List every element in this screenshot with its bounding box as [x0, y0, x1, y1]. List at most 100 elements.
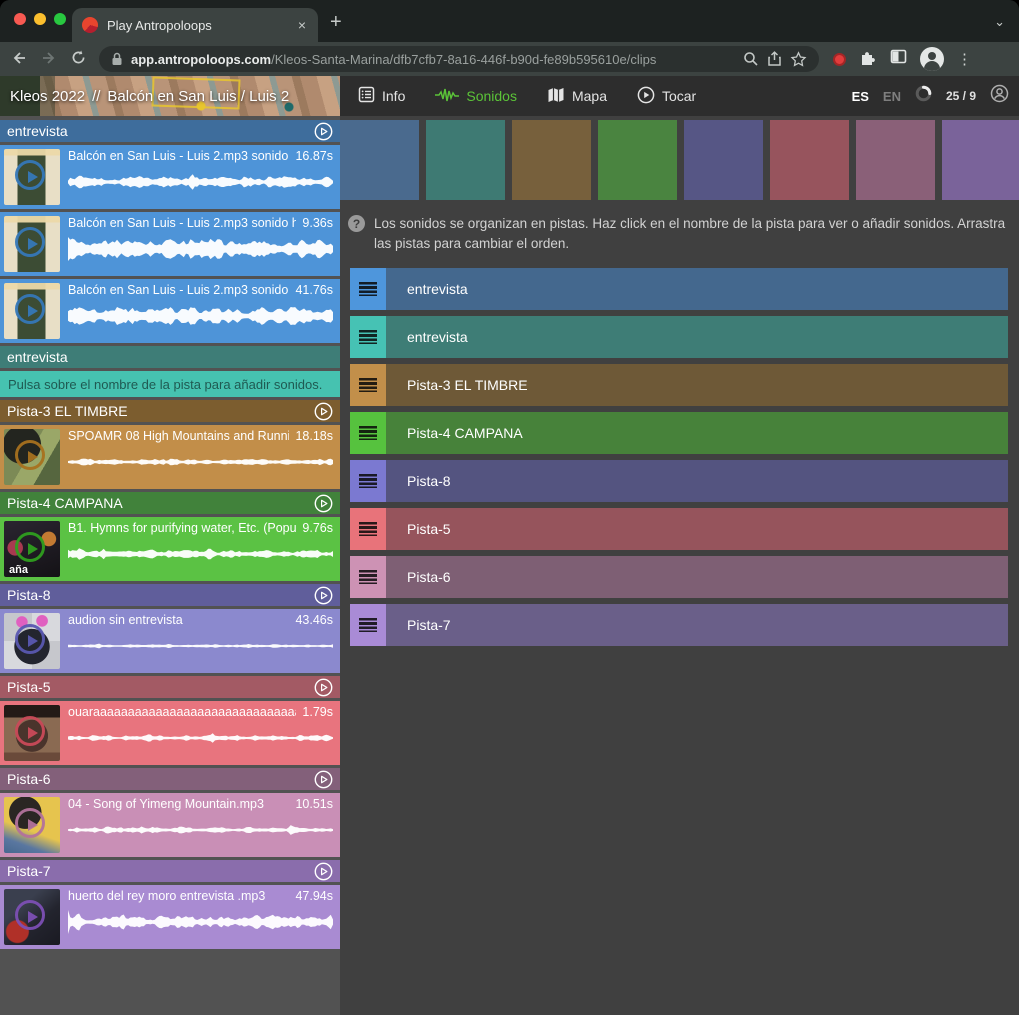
- track-header[interactable]: Pista-3 EL TIMBRE: [0, 400, 340, 422]
- track-bar[interactable]: Pista-4 CAMPANA: [350, 412, 1008, 454]
- menu-item-label: Info: [382, 88, 405, 104]
- track-bar[interactable]: Pista-3 EL TIMBRE: [350, 364, 1008, 406]
- new-tab-button[interactable]: +: [330, 12, 342, 32]
- browser-toolbar: app.antropoloops.com/Kleos-Santa-Marina/…: [0, 42, 1019, 76]
- reload-button[interactable]: [70, 49, 87, 69]
- audio-clip[interactable]: ouaraaaaaaaaaaaaaaaaaaaaaaaaaaaaaaaaaaaa…: [0, 701, 340, 765]
- track-play-button[interactable]: [314, 122, 333, 141]
- track-drag-handle[interactable]: [350, 508, 386, 550]
- track-bar-label: Pista-6: [407, 569, 451, 585]
- track-drag-handle[interactable]: [350, 268, 386, 310]
- url-text[interactable]: app.antropoloops.com/Kleos-Santa-Marina/…: [131, 52, 735, 67]
- track-bar-body[interactable]: Pista-6: [386, 556, 1008, 598]
- account-icon[interactable]: [990, 84, 1009, 108]
- menu-item-tocar[interactable]: Tocar: [637, 86, 696, 107]
- track-play-button[interactable]: [314, 862, 333, 881]
- close-window-button[interactable]: [14, 13, 26, 25]
- track-header[interactable]: Pista-8: [0, 584, 340, 606]
- track-name: entrevista: [7, 349, 68, 365]
- track-bar[interactable]: entrevista: [350, 316, 1008, 358]
- share-icon[interactable]: [767, 51, 782, 67]
- back-button[interactable]: [10, 49, 28, 70]
- clip-thumbnail[interactable]: [4, 889, 60, 945]
- track-bar-body[interactable]: Pista-4 CAMPANA: [386, 412, 1008, 454]
- side-panel-icon[interactable]: [890, 48, 907, 70]
- track-drag-handle[interactable]: [350, 604, 386, 646]
- clip-thumbnail[interactable]: aña: [4, 521, 60, 577]
- tab-close-icon[interactable]: ×: [296, 17, 308, 33]
- menu-item-sonidos[interactable]: Sonidos: [435, 87, 517, 106]
- clip-waveform: [68, 236, 333, 262]
- clip-play-triangle-icon: [28, 305, 38, 317]
- extensions-puzzle-icon[interactable]: [859, 48, 877, 71]
- browser-tab[interactable]: Play Antropoloops ×: [72, 8, 318, 42]
- clip-title: Balcón en San Luis - Luis 2.mp3 sonido h…: [68, 283, 289, 297]
- profile-avatar[interactable]: [920, 47, 944, 71]
- track-play-button[interactable]: [314, 402, 333, 421]
- track-bar-body[interactable]: Pista-7: [386, 604, 1008, 646]
- forward-button[interactable]: [40, 49, 58, 70]
- url-bar[interactable]: app.antropoloops.com/Kleos-Santa-Marina/…: [99, 46, 819, 72]
- track-header[interactable]: entrevista: [0, 120, 340, 142]
- track-bar[interactable]: Pista-7: [350, 604, 1008, 646]
- menu-item-info[interactable]: Info: [358, 86, 405, 106]
- breadcrumb-project[interactable]: Kleos 2022: [10, 88, 85, 105]
- track-header[interactable]: entrevista: [0, 346, 340, 368]
- clip-thumbnail[interactable]: [4, 705, 60, 761]
- track-bar-body[interactable]: entrevista: [386, 268, 1008, 310]
- audio-clip[interactable]: Balcón en San Luis - Luis 2.mp3 sonido h…: [0, 145, 340, 209]
- url-host: app.antropoloops.com: [131, 52, 271, 67]
- track-empty-hint: Pulsa sobre el nombre de la pista para a…: [0, 371, 340, 397]
- clip-thumbnail[interactable]: [4, 283, 60, 339]
- audio-clip[interactable]: Balcón en San Luis - Luis 2.mp3 sonido h…: [0, 212, 340, 276]
- lang-es-button[interactable]: ES: [852, 89, 869, 104]
- track-bar[interactable]: Pista-8: [350, 460, 1008, 502]
- menu-item-mapa[interactable]: Mapa: [547, 87, 607, 106]
- track-color-swatch: [856, 120, 935, 200]
- clip-thumbnail[interactable]: [4, 429, 60, 485]
- track-drag-handle[interactable]: [350, 364, 386, 406]
- track-drag-handle[interactable]: [350, 412, 386, 454]
- audio-clip[interactable]: SPOAMR 08 High Mountains and Running ...…: [0, 425, 340, 489]
- drag-handle-icon: [359, 282, 377, 296]
- track-bar-body[interactable]: Pista-3 EL TIMBRE: [386, 364, 1008, 406]
- track-header[interactable]: Pista-5: [0, 676, 340, 698]
- track-bar[interactable]: Pista-5: [350, 508, 1008, 550]
- lang-en-button[interactable]: EN: [883, 89, 901, 104]
- audio-clip[interactable]: 04 - Song of Yimeng Mountain.mp3 10.51s: [0, 793, 340, 857]
- audio-clip[interactable]: huerto del rey moro entrevista .mp3 47.9…: [0, 885, 340, 949]
- recording-extension-icon[interactable]: [833, 53, 846, 66]
- clip-thumbnail[interactable]: [4, 613, 60, 669]
- minimize-window-button[interactable]: [34, 13, 46, 25]
- track-bar[interactable]: entrevista: [350, 268, 1008, 310]
- zoom-window-button[interactable]: [54, 13, 66, 25]
- track-header[interactable]: Pista-6: [0, 768, 340, 790]
- track-play-button[interactable]: [314, 678, 333, 697]
- track-bars-list: entrevista entrevista Pista-3 EL TIMBRE …: [350, 268, 1008, 646]
- track-drag-handle[interactable]: [350, 556, 386, 598]
- track-header[interactable]: Pista-7: [0, 860, 340, 882]
- track-play-button[interactable]: [314, 494, 333, 513]
- track-play-button[interactable]: [314, 770, 333, 789]
- track-drag-handle[interactable]: [350, 316, 386, 358]
- clip-thumbnail[interactable]: [4, 216, 60, 272]
- track-bar-body[interactable]: entrevista: [386, 316, 1008, 358]
- bookmark-star-icon[interactable]: [790, 51, 807, 68]
- browser-menu-icon[interactable]: ⋮: [957, 50, 972, 68]
- clip-play-triangle-icon: [28, 543, 38, 555]
- track-bar-label: entrevista: [407, 329, 468, 345]
- audio-clip[interactable]: aña B1. Hymns for purifying water, Etc. …: [0, 517, 340, 581]
- track-play-button[interactable]: [314, 586, 333, 605]
- tab-search-chevron-icon[interactable]: ⌄: [994, 14, 1005, 30]
- clip-thumbnail[interactable]: [4, 149, 60, 205]
- track-bar-body[interactable]: Pista-8: [386, 460, 1008, 502]
- track-bar[interactable]: Pista-6: [350, 556, 1008, 598]
- audio-clip[interactable]: Balcón en San Luis - Luis 2.mp3 sonido h…: [0, 279, 340, 343]
- audio-clip[interactable]: audion sin entrevista 43.46s: [0, 609, 340, 673]
- clip-waveform: [68, 449, 333, 475]
- zoom-page-icon[interactable]: [743, 51, 759, 67]
- track-drag-handle[interactable]: [350, 460, 386, 502]
- track-header[interactable]: Pista-4 CAMPANA: [0, 492, 340, 514]
- clip-thumbnail[interactable]: [4, 797, 60, 853]
- track-bar-body[interactable]: Pista-5: [386, 508, 1008, 550]
